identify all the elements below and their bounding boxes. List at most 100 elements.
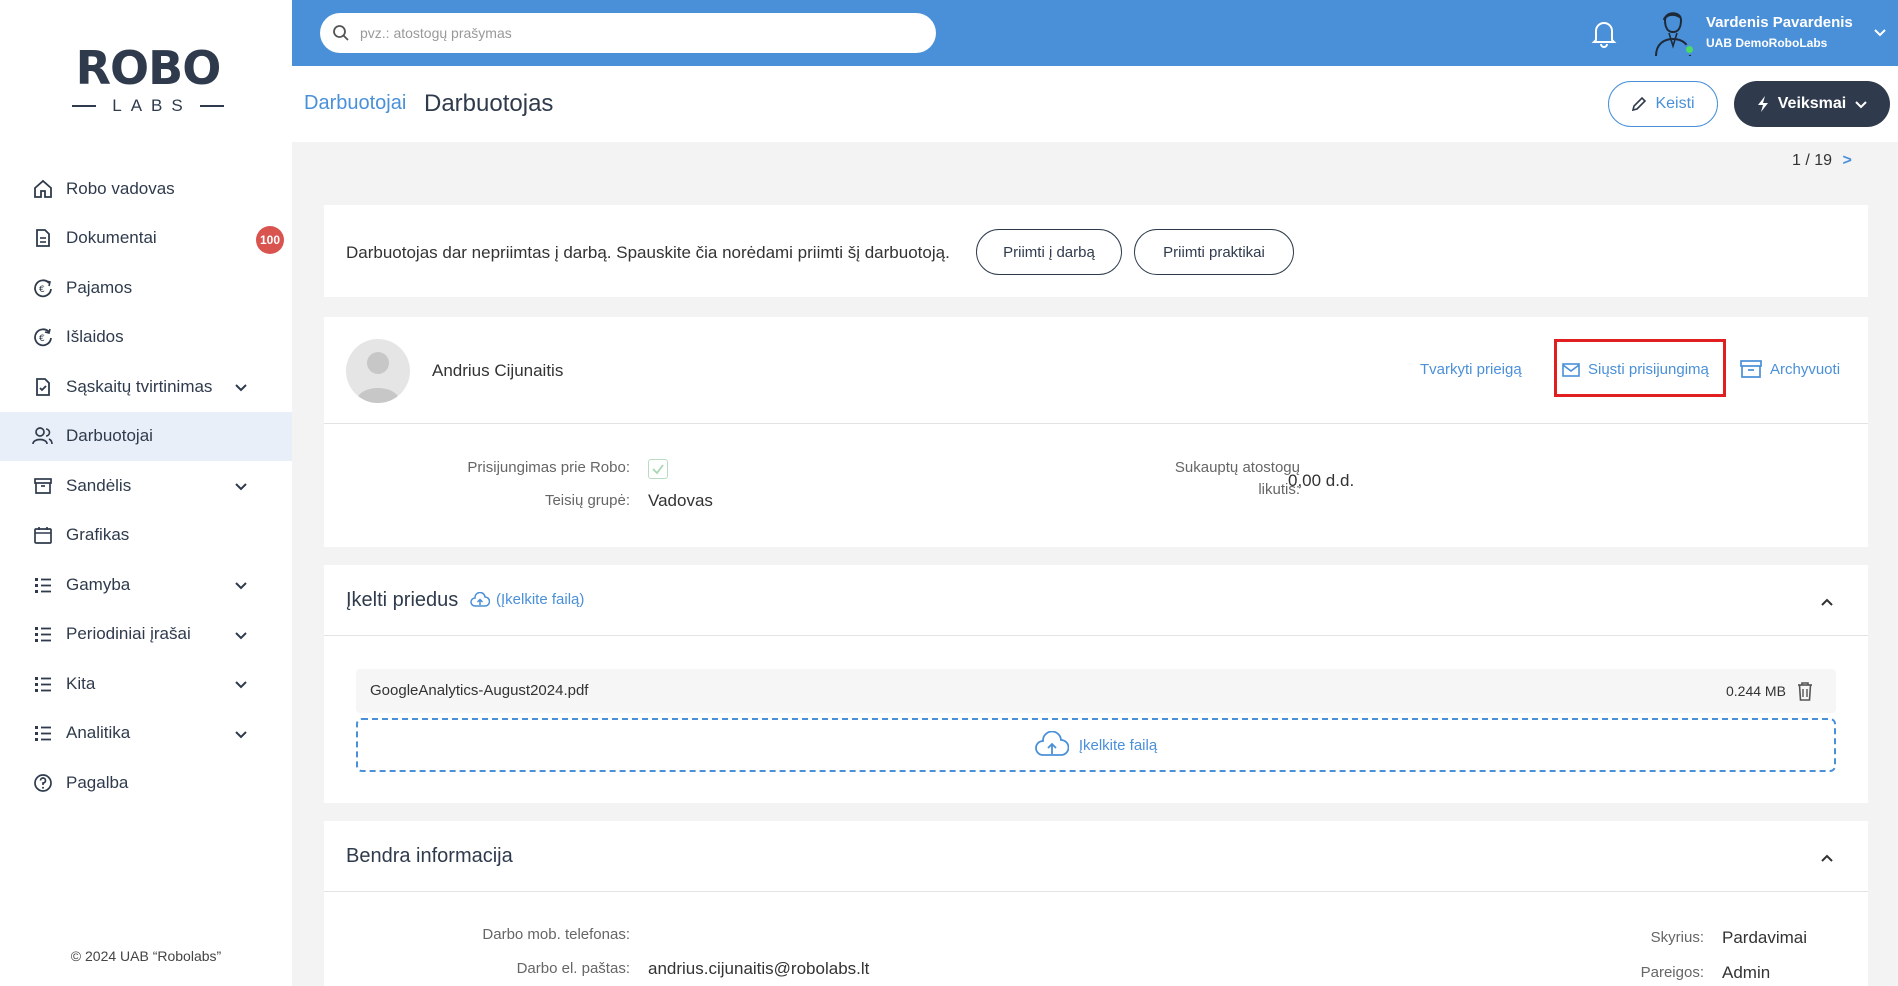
logo-text-bottom: LABS xyxy=(112,96,192,115)
manage-access-link[interactable]: Tvarkyti prieigą xyxy=(1420,361,1522,378)
sidebar-item-label: Sandėlis xyxy=(66,475,132,495)
employee-avatar xyxy=(346,339,410,403)
logo-text-top: ROBO xyxy=(75,41,222,95)
users-icon xyxy=(32,425,54,447)
chevron-down-icon[interactable] xyxy=(1872,24,1888,40)
edit-button-label: Keisti xyxy=(1655,95,1695,112)
attachments-title[interactable]: Įkelti priedus xyxy=(346,589,458,612)
attachment-file-name[interactable]: GoogleAnalytics-August2024.pdf xyxy=(370,682,588,699)
upload-file-link[interactable]: (Įkelkite failą) xyxy=(470,591,584,608)
position-value: Admin xyxy=(1722,963,1771,982)
actions-button[interactable]: Veiksmai xyxy=(1734,81,1890,127)
dropzone-label: Įkelkite failą xyxy=(1078,736,1158,754)
vacation-balance-label-2: likutis: xyxy=(1258,481,1300,498)
attachments-card: Įkelti priedus (Įkelkite failą) GoogleAn… xyxy=(324,565,1868,803)
file-dropzone[interactable]: Įkelkite failą xyxy=(356,718,1836,772)
sidebar-item-pajamos[interactable]: € Pajamos xyxy=(0,263,292,313)
vacation-balance-label: Sukauptų atostogų xyxy=(1174,459,1300,476)
sidebar-item-label: Pagalba xyxy=(66,772,129,792)
record-pager: 1 / 19 > xyxy=(1792,152,1852,170)
sidebar-item-label: Robo vadovas xyxy=(66,178,175,198)
archive-link[interactable]: Archyvuoti xyxy=(1740,359,1840,379)
sidebar-item-analitika[interactable]: Analitika xyxy=(0,709,292,759)
calendar-icon xyxy=(32,524,54,546)
sidebar-item-islaidos[interactable]: € Išlaidos xyxy=(0,313,292,363)
hire-button[interactable]: Priimti į darbą xyxy=(976,229,1122,275)
sidebar-item-kita[interactable]: Kita xyxy=(0,659,292,709)
hire-intern-button[interactable]: Priimti praktikai xyxy=(1134,229,1294,275)
search-box[interactable] xyxy=(320,13,936,53)
pager-position: 1 / 19 xyxy=(1792,152,1833,169)
login-label: Prisijungimas prie Robo: xyxy=(467,459,630,476)
employee-summary-card: Andrius Cijunaitis Tvarkyti prieigą Siųs… xyxy=(324,317,1868,547)
check-icon xyxy=(652,464,664,475)
user-company[interactable]: UAB DemoRoboLabs xyxy=(1706,36,1827,50)
login-checkbox[interactable] xyxy=(648,459,668,479)
work-email-value[interactable]: andrius.cijunaitis@robolabs.lt xyxy=(648,959,869,979)
attachment-file-size: 0.244 MB xyxy=(1726,683,1786,699)
attachment-row[interactable]: GoogleAnalytics-August2024.pdf 0.244 MB xyxy=(356,669,1836,713)
chevron-up-icon[interactable] xyxy=(1818,593,1836,611)
sidebar-item-periodiniai-irasai[interactable]: Periodiniai įrašai xyxy=(0,610,292,660)
income-icon: € xyxy=(32,277,54,299)
rights-group-label: Teisių grupė: xyxy=(544,492,630,509)
chevron-down-icon[interactable] xyxy=(232,477,250,495)
sidebar-item-label: Periodiniai įrašai xyxy=(66,624,191,644)
trash-icon[interactable] xyxy=(1794,680,1816,702)
manage-access-label: Tvarkyti prieigą xyxy=(1420,361,1522,378)
sidebar-item-darbuotojai[interactable]: Darbuotojai xyxy=(0,411,292,461)
archive-label: Archyvuoti xyxy=(1770,360,1841,378)
warehouse-icon xyxy=(32,475,54,497)
user-name[interactable]: Vardenis Pavardenis xyxy=(1706,14,1853,31)
sidebar-item-saskaitu-tvirtinimas[interactable]: Sąskaitų tvirtinimas xyxy=(0,362,292,412)
work-email-label: Darbo el. paštas: xyxy=(516,960,630,977)
chevron-up-icon[interactable] xyxy=(1818,849,1836,867)
logo-line xyxy=(199,105,224,107)
upload-file-label: (Įkelkite failą) xyxy=(496,591,585,608)
sidebar-item-pagalba[interactable]: Pagalba xyxy=(0,758,292,808)
search-input[interactable] xyxy=(360,25,900,41)
chevron-down-icon[interactable] xyxy=(232,725,250,743)
list-icon xyxy=(32,673,54,695)
sidebar-item-label: Išlaidos xyxy=(66,327,124,347)
svg-text:€: € xyxy=(39,334,45,344)
department-value: Pardavimai xyxy=(1722,928,1808,947)
sidebar-item-robo-vadovas[interactable]: Robo vadovas xyxy=(0,164,292,214)
chevron-down-icon[interactable] xyxy=(232,576,250,594)
notification-bell-icon[interactable] xyxy=(1590,18,1618,48)
pager-next-button[interactable]: > xyxy=(1842,152,1851,169)
top-bar: Vardenis Pavardenis UAB DemoRoboLabs xyxy=(292,0,1898,66)
employee-name: Andrius Cijunaitis xyxy=(432,361,564,380)
documents-count-badge: 100 xyxy=(256,225,284,254)
sidebar-item-grafikas[interactable]: Grafikas xyxy=(0,511,292,561)
rights-group-value: Vadovas xyxy=(648,491,713,510)
sidebar-item-sandelis[interactable]: Sandėlis xyxy=(0,461,292,511)
divider xyxy=(324,891,1868,892)
lightning-icon xyxy=(1757,96,1768,112)
general-info-title[interactable]: Bendra informacija xyxy=(346,845,513,868)
edit-button[interactable]: Keisti xyxy=(1608,81,1718,127)
sidebar-item-dokumentai[interactable]: Dokumentai 100 xyxy=(0,214,292,264)
invoice-approval-icon xyxy=(32,376,54,398)
search-icon xyxy=(333,25,349,41)
chevron-down-icon xyxy=(1855,101,1867,109)
chevron-down-icon[interactable] xyxy=(232,378,250,396)
sidebar-item-label: Gamyba xyxy=(66,574,131,594)
person-placeholder-icon xyxy=(356,352,400,403)
vacation-balance-value: 0,00 d.d. xyxy=(1288,471,1355,490)
highlight-box xyxy=(1554,339,1726,397)
sidebar-item-label: Kita xyxy=(66,673,96,693)
robolabs-logo[interactable]: ROBO LABS xyxy=(72,44,224,120)
chevron-down-icon[interactable] xyxy=(232,626,250,644)
sidebar-item-gamyba[interactable]: Gamyba xyxy=(0,560,292,610)
sidebar-item-label: Pajamos xyxy=(66,277,133,297)
document-icon xyxy=(32,227,54,249)
page-title: Darbuotojas xyxy=(424,90,554,117)
hire-notice-card: Darbuotojas dar nepriimtas į darbą. Spau… xyxy=(324,205,1868,297)
breadcrumb-link[interactable]: Darbuotojai xyxy=(304,92,406,115)
logo-line xyxy=(72,105,97,107)
cloud-upload-icon xyxy=(470,591,490,607)
chevron-down-icon[interactable] xyxy=(232,675,250,693)
home-icon xyxy=(32,178,54,200)
work-phone-label: Darbo mob. telefonas: xyxy=(482,926,630,943)
